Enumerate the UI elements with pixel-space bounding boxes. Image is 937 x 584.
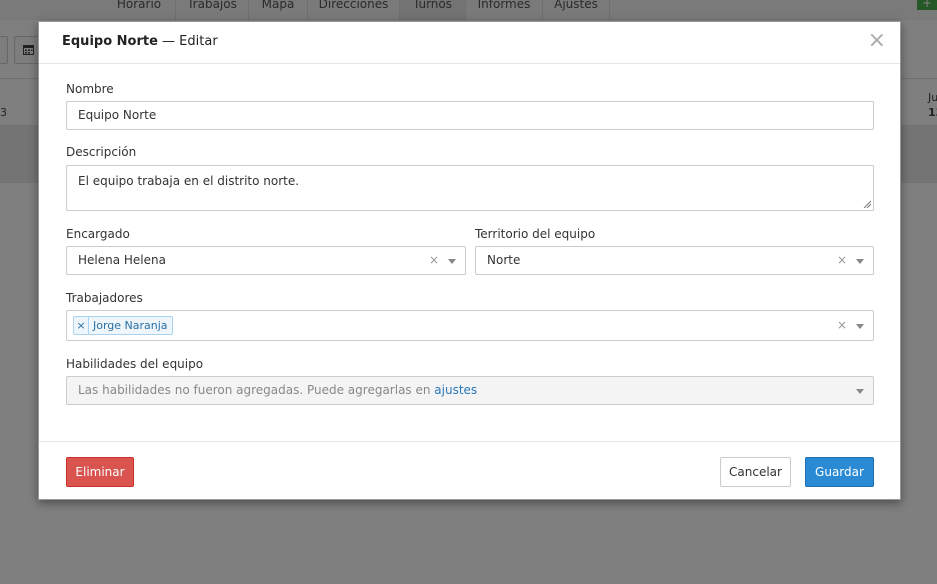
settings-link[interactable]: ajustes	[434, 383, 477, 397]
title-suffix: — Editar	[157, 34, 218, 49]
team-name-title: Equipo Norte	[62, 34, 158, 49]
clear-manager-icon[interactable]: ×	[429, 247, 439, 274]
territory-value: Norte	[487, 253, 521, 267]
modal-footer: Eliminar Cancelar Guardar	[39, 441, 900, 500]
save-button[interactable]: Guardar	[805, 457, 874, 487]
manager-select[interactable]: Helena Helena ×	[66, 246, 466, 275]
modal-header: Equipo Norte — Editar ×	[39, 22, 900, 64]
description-label: Descripción	[66, 145, 137, 159]
name-value: Equipo Norte	[78, 108, 157, 122]
worker-tag-label: Jorge Naranja	[93, 319, 168, 332]
resize-grip-icon[interactable]	[863, 200, 871, 208]
workers-multiselect[interactable]: × Jorge Naranja ×	[66, 310, 874, 341]
name-label: Nombre	[66, 82, 114, 96]
close-icon[interactable]: ×	[868, 30, 886, 52]
territory-label: Territorio del equipo	[475, 227, 596, 241]
clear-workers-icon[interactable]: ×	[837, 311, 847, 340]
chevron-down-icon	[856, 324, 864, 329]
skills-placeholder: Las habilidades no fueron agregadas. Pue…	[78, 377, 477, 404]
manager-value: Helena Helena	[78, 253, 166, 267]
workers-label: Trabajadores	[66, 291, 143, 305]
clear-territory-icon[interactable]: ×	[837, 247, 847, 274]
manager-label: Encargado	[66, 227, 130, 241]
name-input[interactable]: Equipo Norte	[66, 101, 874, 130]
modal-title: Equipo Norte — Editar	[62, 34, 218, 49]
skills-placeholder-text: Las habilidades no fueron agregadas. Pue…	[78, 383, 435, 397]
chevron-down-icon	[448, 259, 456, 264]
chevron-down-icon	[856, 259, 864, 264]
delete-button[interactable]: Eliminar	[66, 457, 134, 487]
remove-tag-icon[interactable]: ×	[74, 317, 89, 335]
skills-select: Las habilidades no fueron agregadas. Pue…	[66, 376, 874, 405]
edit-team-modal: Equipo Norte — Editar × Nombre Equipo No…	[38, 21, 901, 500]
worker-tag: × Jorge Naranja	[73, 316, 173, 335]
territory-select[interactable]: Norte ×	[475, 246, 874, 275]
description-textarea[interactable]: El equipo trabaja en el distrito norte.	[66, 165, 874, 211]
cancel-button[interactable]: Cancelar	[720, 457, 791, 487]
skills-label: Habilidades del equipo	[66, 357, 204, 371]
chevron-down-icon	[856, 389, 864, 394]
description-value: El equipo trabaja en el distrito norte.	[78, 174, 300, 188]
